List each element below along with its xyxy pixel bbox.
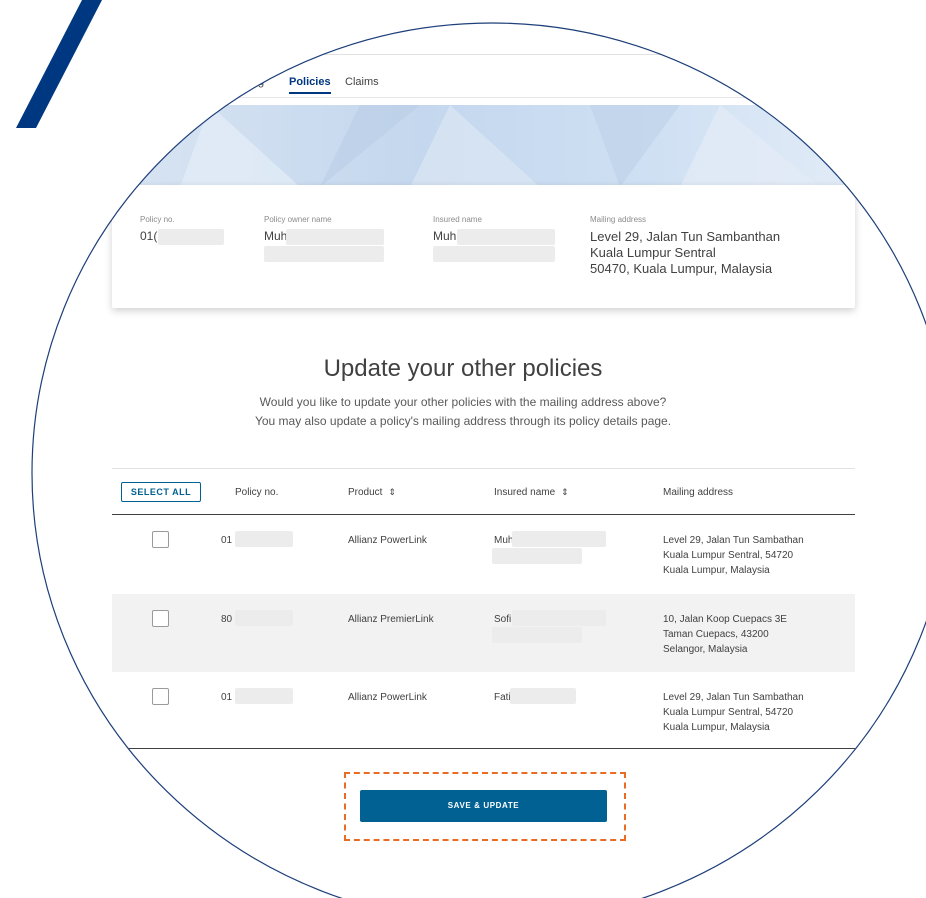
redaction-mask — [492, 548, 582, 564]
address-line: Kuala Lumpur, Malaysia — [663, 722, 770, 733]
header-label: Insured name — [494, 487, 556, 498]
address-line: Level 29, Jalan Tun Sambathan — [663, 692, 804, 703]
insured-cell: Sofi — [494, 614, 512, 625]
banner-pattern — [180, 105, 820, 187]
row-checkbox[interactable] — [152, 688, 169, 705]
owner-label: Policy owner name — [264, 215, 332, 224]
owner-value: Muh — [264, 229, 288, 243]
redaction-mask — [235, 688, 293, 704]
row-checkbox[interactable] — [152, 531, 169, 548]
address-line: Selangor, Malaysia — [663, 644, 748, 655]
address-line: Kuala Lumpur Sentral, 54720 — [663, 707, 794, 718]
mailing-line: Level 29, Jalan Tun Sambanthan — [590, 229, 781, 244]
redaction-mask — [158, 229, 224, 245]
redaction-mask — [433, 246, 555, 262]
redaction-mask — [492, 627, 582, 643]
insured-cell: Fati — [494, 692, 511, 703]
sort-icon[interactable]: ⇕ — [388, 487, 396, 497]
policy-no-cell: 80 — [221, 614, 233, 625]
redaction-mask — [264, 246, 384, 262]
hero-banner — [120, 105, 880, 187]
policy-no-cell: 01 — [221, 692, 233, 703]
address-line: Kuala Lumpur, Malaysia — [663, 565, 770, 576]
address-cell: Level 29, Jalan Tun Sambathan Kuala Lump… — [663, 690, 804, 735]
policy-no-label: Policy no. — [140, 215, 175, 224]
header-product[interactable]: Product ⇕ — [348, 487, 396, 498]
section-subtext: Would you like to update your other poli… — [259, 395, 667, 409]
save-update-button[interactable]: SAVE & UPDATE — [360, 790, 607, 822]
mailing-address: Level 29, Jalan Tun Sambanthan Kuala Lum… — [590, 229, 780, 277]
product-cell: Allianz PowerLink — [348, 692, 427, 703]
redaction-mask — [510, 688, 576, 704]
redaction-mask — [235, 610, 293, 626]
header-mailing-address: Mailing address — [663, 487, 734, 498]
redaction-mask — [512, 610, 606, 626]
redaction-mask — [235, 531, 293, 547]
sort-icon[interactable]: ⇕ — [561, 487, 569, 497]
tab-policies[interactable]: Policies — [289, 76, 331, 94]
table-row: 01 Allianz PowerLink Fati Level 29, Jala… — [112, 672, 855, 750]
tab-claims[interactable]: Claims — [345, 76, 379, 88]
product-cell: Allianz PremierLink — [348, 614, 434, 625]
insured-label: Insured name — [433, 215, 482, 224]
header-insured-name[interactable]: Insured name ⇕ — [494, 487, 569, 498]
header-label: Product — [348, 487, 383, 498]
address-line: Level 29, Jalan Tun Sambathan — [663, 535, 804, 546]
table-row: 01 Allianz PowerLink Muh Level 29, Jalan… — [112, 515, 855, 593]
section-heading: Update your other policies — [323, 355, 603, 382]
insured-cell: Muh — [494, 535, 514, 546]
section-subtext: You may also update a policy's mailing a… — [254, 414, 672, 428]
policy-summary-card: Policy no. 01( Policy owner name Muh Ins… — [112, 185, 855, 308]
header-policy-no: Policy no. — [235, 487, 279, 498]
product-cell: Allianz PowerLink — [348, 535, 427, 546]
redaction-mask — [286, 229, 384, 245]
redaction-mask — [457, 229, 555, 245]
table-top-divider — [112, 468, 855, 469]
mailing-label: Mailing address — [590, 215, 647, 224]
address-cell: 10, Jalan Koop Cuepacs 3E Taman Cuepacs,… — [663, 612, 787, 657]
redaction-mask — [512, 531, 606, 547]
address-line: 10, Jalan Koop Cuepacs 3E — [663, 614, 787, 625]
policy-no-value: 01( — [140, 229, 158, 243]
row-checkbox[interactable] — [152, 610, 169, 627]
policy-no-cell: 01 — [221, 535, 233, 546]
mailing-line: 50470, Kuala Lumpur, Malaysia — [590, 261, 773, 276]
mailing-line: Kuala Lumpur Sentral — [590, 245, 716, 260]
table-bottom-divider — [112, 748, 855, 749]
table-row: 80 Allianz PremierLink Sofi 10, Jalan Ko… — [112, 594, 855, 672]
select-all-button[interactable]: SELECT ALL — [121, 482, 201, 502]
address-cell: Level 29, Jalan Tun Sambathan Kuala Lump… — [663, 533, 804, 578]
address-line: Kuala Lumpur Sentral, 54720 — [663, 550, 794, 561]
insured-value: Muh — [433, 229, 457, 243]
address-line: Taman Cuepacs, 43200 — [663, 629, 769, 640]
